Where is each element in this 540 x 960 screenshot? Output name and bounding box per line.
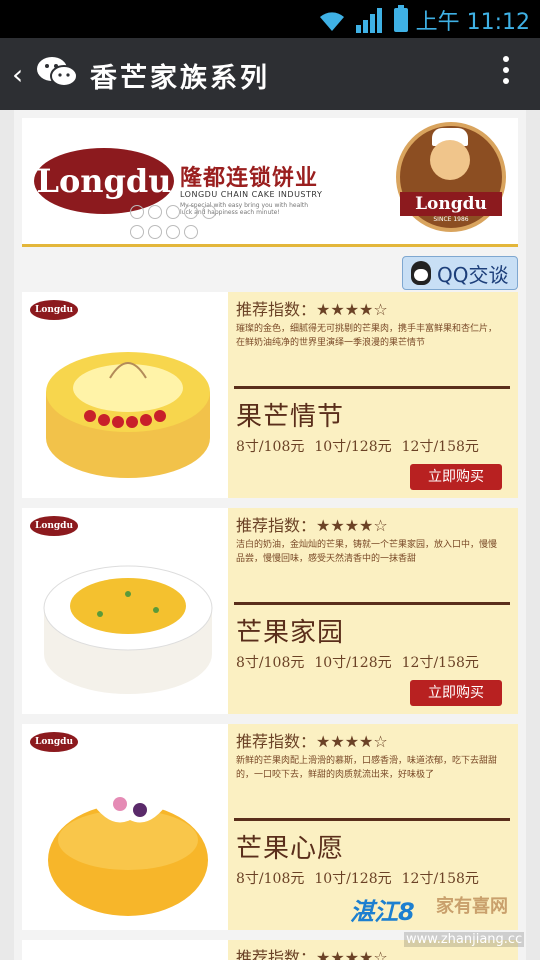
product-info: 推荐指数：★★★★☆ 璀璨的金色，细腻得无可挑剔的芒果肉，携手丰富鲜果和杏仁片，… — [228, 292, 518, 498]
qq-chat-label: QQ交谈 — [437, 262, 509, 287]
price-10-inch: 10寸/128元 — [314, 655, 392, 671]
rating-stars-icon: ★★★★☆ — [316, 300, 388, 319]
site-watermark: 湛江8 家有喜网 www.zhanjiang.cc — [348, 886, 538, 954]
buy-now-button[interactable]: 立即购买 — [410, 464, 502, 490]
wifi-icon — [319, 12, 344, 31]
price-8-inch: 8寸/108元 — [236, 439, 305, 455]
divider — [234, 818, 510, 821]
divider — [234, 386, 510, 389]
status-bar: 上午 11:12 — [0, 0, 540, 38]
product-image: Longdu — [22, 508, 228, 714]
price-8-inch: 8寸/108元 — [236, 871, 305, 887]
page-title: 香芒家族系列 — [90, 63, 270, 94]
seal-year: SINCE 1986 — [433, 216, 469, 223]
price-12-inch: 12寸/158元 — [401, 439, 479, 455]
content-panel: Longdu 隆都连锁饼业 LONGDU CHAIN CAKE INDUSTRY… — [14, 110, 526, 960]
qq-penguin-icon — [411, 261, 431, 285]
longdu-mini-logo: Longdu — [30, 300, 78, 320]
recommend-rating: 推荐指数：★★★★☆ — [236, 300, 388, 319]
price-10-inch: 10寸/128元 — [314, 871, 392, 887]
brand-banner: Longdu 隆都连锁饼业 LONGDU CHAIN CAKE INDUSTRY… — [22, 118, 518, 247]
product-card[interactable]: Longdu 推荐指数：★★★★☆ 洁白的奶油，金灿灿的芒果，铸就一个芒果家园，… — [22, 508, 518, 714]
more-menu-icon[interactable] — [502, 56, 510, 90]
product-image — [22, 940, 228, 960]
product-name: 芒果心愿 — [236, 834, 345, 864]
longdu-mini-logo: Longdu — [30, 732, 78, 752]
buy-now-button[interactable]: 立即购买 — [410, 680, 502, 706]
battery-icon — [393, 5, 408, 32]
product-description: 新鲜的芒果肉配上滑滑的慕斯，口感香滑，味道浓郁，吃下去甜甜的，一口咬下去，鲜甜的… — [236, 756, 498, 780]
company-name-cn: 隆都连锁饼业 — [180, 166, 319, 191]
product-name: 芒果家园 — [236, 618, 345, 648]
price-list: 8寸/108元 10寸/128元 12寸/158元 — [236, 436, 516, 456]
product-image: Longdu — [22, 724, 228, 930]
product-info: 推荐指数：★★★★☆ 洁白的奶油，金灿灿的芒果，铸就一个芒果家园，放入口中，慢慢… — [228, 508, 518, 714]
divider — [234, 602, 510, 605]
watermark-logo: 湛江8 — [350, 898, 415, 926]
price-12-inch: 12寸/158元 — [401, 871, 479, 887]
back-chevron-icon[interactable]: ‹ — [12, 58, 23, 91]
chef-seal-logo: Longdu SINCE 1986 — [396, 122, 506, 232]
recommend-rating: 推荐指数：★★★★☆ — [236, 516, 388, 535]
price-10-inch: 10寸/128元 — [314, 439, 392, 455]
recommend-rating: 推荐指数：★★★★☆ — [236, 732, 388, 751]
price-list: 8寸/108元 10寸/128元 12寸/158元 — [236, 868, 516, 888]
product-description: 洁白的奶油，金灿灿的芒果，铸就一个芒果家园，放入口中，慢慢品尝，慢慢回味，感受天… — [236, 540, 498, 564]
mango-fruit-cake-image — [46, 352, 210, 478]
rating-stars-icon: ★★★★☆ — [316, 516, 388, 535]
price-8-inch: 8寸/108元 — [236, 655, 305, 671]
clock: 上午 11:12 — [415, 10, 530, 35]
title-bar: ‹ 香芒家族系列 — [0, 38, 540, 110]
price-12-inch: 12寸/158元 — [401, 655, 479, 671]
product-card[interactable]: Longdu 推荐指数：★★★★☆ 璀璨的金色，细腻得无可挑剔的芒果肉，携手丰富… — [22, 292, 518, 498]
wechat-icon — [37, 57, 78, 87]
watermark-url: www.zhanjiang.cc — [404, 932, 525, 947]
qq-chat-button[interactable]: QQ交谈 — [402, 256, 518, 290]
product-description: 璀璨的金色，细腻得无可挑剔的芒果肉，携手丰富鲜果和杏仁片，在鲜奶油纯净的世界里演… — [236, 324, 498, 348]
longdu-mini-logo: Longdu — [30, 516, 78, 536]
mango-mousse-cake-image — [48, 785, 208, 916]
watermark-site-name: 家有喜网 — [436, 896, 508, 917]
seal-brand-text: Longdu — [400, 192, 502, 216]
rating-stars-icon: ★★★★☆ — [316, 732, 388, 751]
product-name: 果芒情节 — [236, 402, 345, 432]
company-name-en: LONGDU CHAIN CAKE INDUSTRY — [180, 190, 323, 199]
decorative-circles — [128, 204, 238, 240]
signal-icon — [355, 8, 382, 33]
mango-cream-cake-image — [43, 565, 213, 694]
product-image: Longdu — [22, 292, 228, 498]
price-list: 8寸/108元 10寸/128元 12寸/158元 — [236, 652, 516, 672]
